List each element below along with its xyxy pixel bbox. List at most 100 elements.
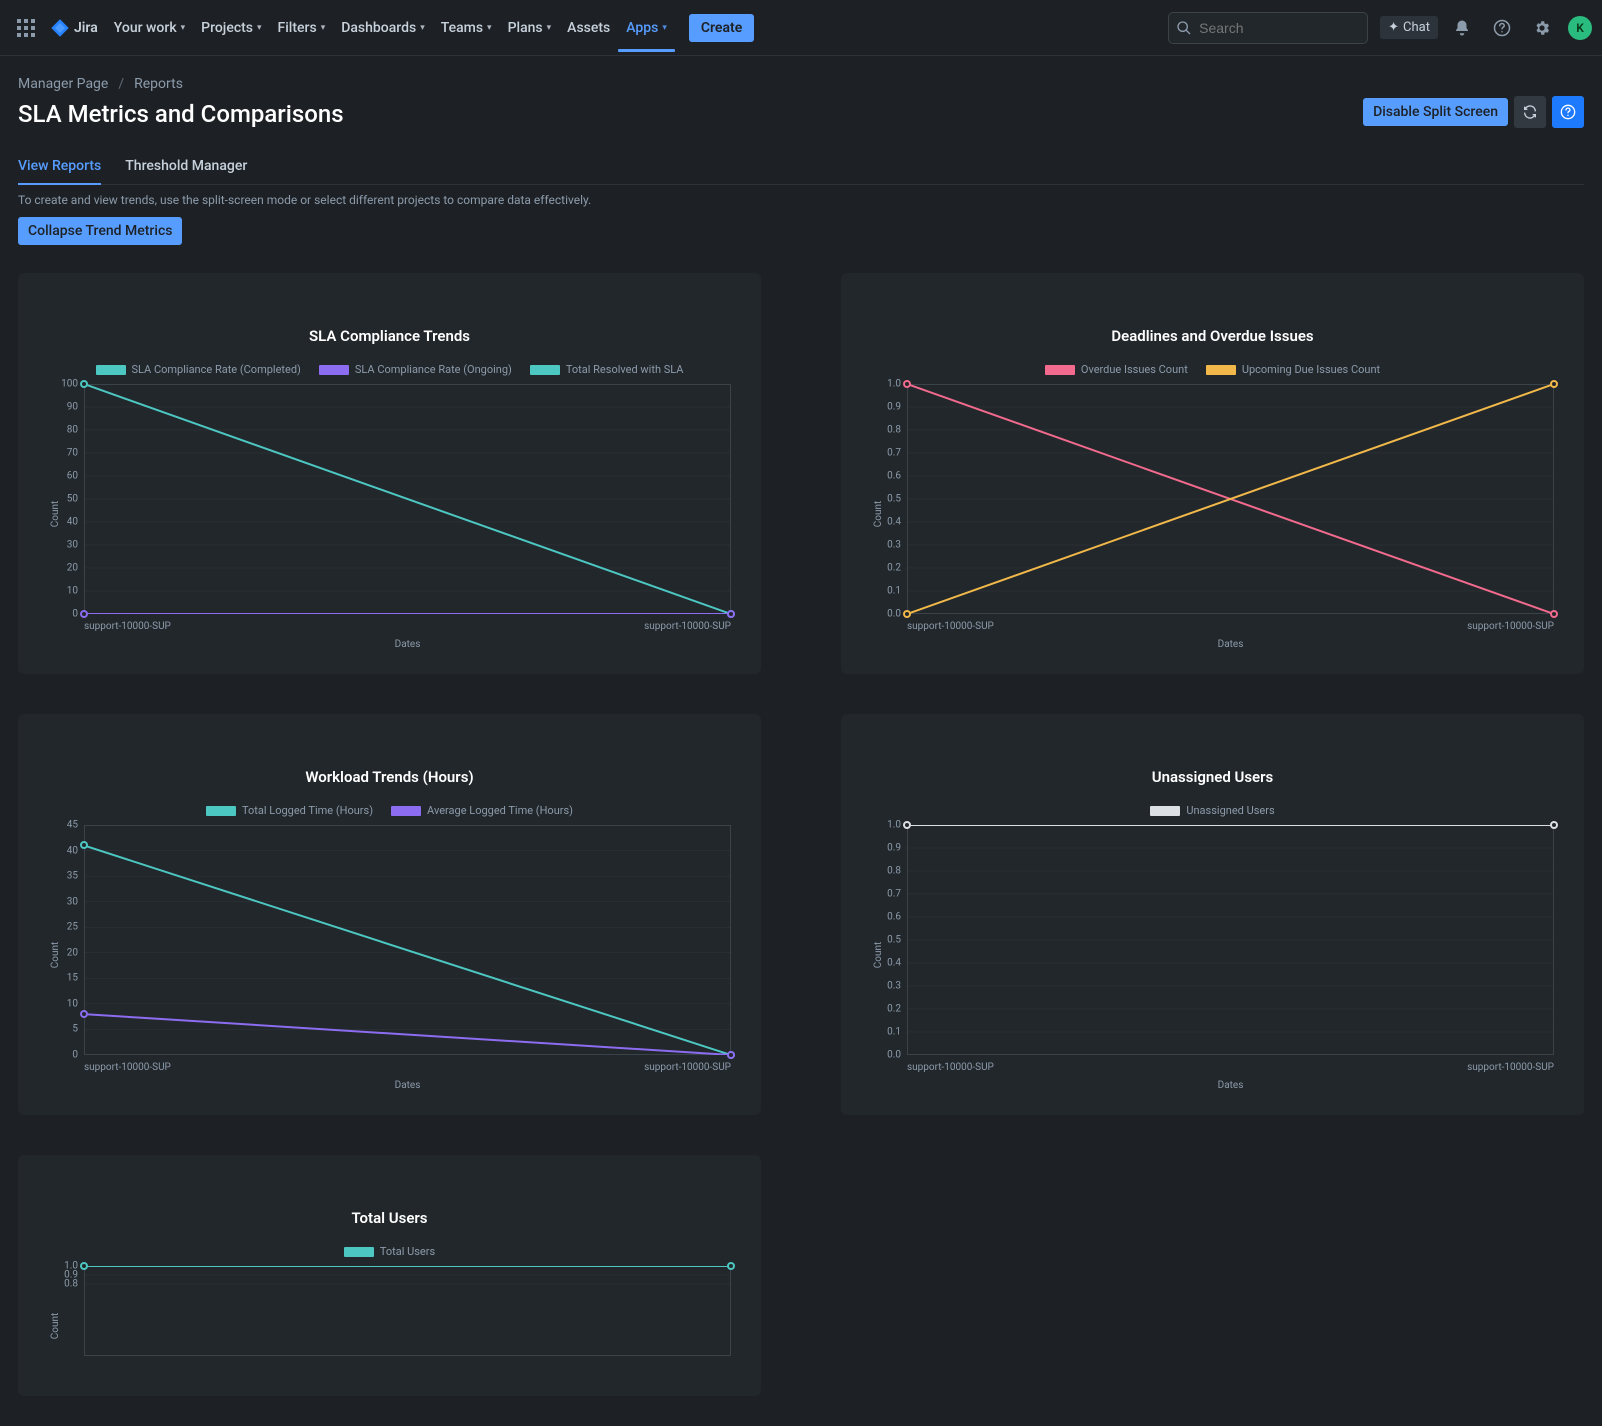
chevron-down-icon: ▾ — [547, 23, 552, 33]
nav-item-teams[interactable]: Teams▾ — [433, 16, 500, 40]
y-axis-title: Count — [50, 501, 61, 528]
y-tick-label: 0.7 — [887, 448, 901, 459]
data-point[interactable] — [727, 610, 735, 618]
y-tick-label: 0.6 — [887, 912, 901, 923]
chart-legend: Total Logged Time (Hours) Average Logged … — [38, 804, 741, 817]
y-tick-label: 0.2 — [887, 1004, 901, 1015]
collapse-trend-metrics-button[interactable]: Collapse Trend Metrics — [18, 217, 182, 245]
data-point[interactable] — [80, 380, 88, 388]
x-tick-label: support-10000-SUP — [1467, 1062, 1554, 1073]
legend-label: Upcoming Due Issues Count — [1242, 363, 1380, 376]
chart-legend: Total Users — [38, 1245, 741, 1258]
y-tick-label: 45 — [67, 820, 78, 831]
y-tick-label: 0.9 — [887, 843, 901, 854]
x-axis-title: Dates — [907, 1080, 1554, 1091]
legend-item[interactable]: SLA Compliance Rate (Ongoing) — [319, 363, 512, 376]
data-point[interactable] — [1550, 610, 1558, 618]
y-tick-label: 0.1 — [887, 586, 901, 597]
x-tick-label: support-10000-SUP — [84, 621, 171, 632]
search-input[interactable] — [1168, 12, 1368, 44]
search-icon — [1176, 20, 1192, 36]
y-tick-label: 0 — [72, 1050, 78, 1061]
y-tick-label: 0.3 — [887, 540, 901, 551]
legend-item[interactable]: Average Logged Time (Hours) — [391, 804, 573, 817]
chevron-down-icon: ▾ — [420, 23, 425, 33]
nav-item-your-work[interactable]: Your work▾ — [106, 16, 193, 40]
nav-item-plans[interactable]: Plans▾ — [500, 16, 560, 40]
y-tick-label: 0.5 — [887, 935, 901, 946]
page-actions: Disable Split Screen — [1363, 96, 1584, 128]
avatar[interactable]: K — [1568, 16, 1592, 40]
data-point[interactable] — [80, 610, 88, 618]
breadcrumb-reports[interactable]: Reports — [134, 76, 183, 92]
x-ticks: support-10000-SUP support-10000-SUP — [84, 621, 731, 632]
legend-item[interactable]: SLA Compliance Rate (Completed) — [96, 363, 301, 376]
create-button[interactable]: Create — [689, 14, 754, 42]
nav-item-apps[interactable]: Apps▾ — [618, 16, 675, 40]
help-icon[interactable] — [1486, 12, 1518, 44]
legend-item[interactable]: Unassigned Users — [1150, 804, 1274, 817]
y-tick-label: 0.8 — [887, 866, 901, 877]
y-tick-label: 100 — [61, 379, 78, 390]
y-tick-label: 0 — [72, 609, 78, 620]
chevron-down-icon: ▾ — [257, 23, 262, 33]
data-point[interactable] — [1550, 821, 1558, 829]
legend-label: Unassigned Users — [1186, 804, 1274, 817]
nav-item-dashboards[interactable]: Dashboards▾ — [333, 16, 432, 40]
legend-item[interactable]: Total Logged Time (Hours) — [206, 804, 373, 817]
y-tick-label: 0.4 — [887, 517, 901, 528]
breadcrumb: Manager Page / Reports — [18, 76, 1584, 92]
y-tick-label: 1.0 — [64, 1261, 78, 1272]
data-point[interactable] — [727, 1262, 735, 1270]
y-tick-label: 40 — [67, 845, 78, 856]
x-tick-label: support-10000-SUP — [644, 621, 731, 632]
tab-threshold-manager[interactable]: Threshold Manager — [125, 152, 247, 184]
chart-legend: Unassigned Users — [861, 804, 1564, 817]
chart-grid: SLA Compliance Trends SLA Compliance Rate… — [18, 273, 1584, 1396]
chat-button[interactable]: ✦ Chat — [1380, 16, 1438, 39]
tabs: View Reports Threshold Manager — [18, 152, 1584, 185]
page-title: SLA Metrics and Comparisons — [18, 100, 344, 128]
legend-item[interactable]: Total Users — [344, 1245, 435, 1258]
nav-item-filters[interactable]: Filters▾ — [270, 16, 334, 40]
x-ticks: support-10000-SUPsupport-10000-SUP — [84, 1062, 731, 1073]
legend-item[interactable]: Total Resolved with SLA — [530, 363, 684, 376]
y-tick-label: 35 — [67, 871, 78, 882]
notifications-icon[interactable] — [1446, 12, 1478, 44]
y-tick-label: 0.0 — [887, 609, 901, 620]
nav-item-assets[interactable]: Assets — [559, 16, 618, 40]
data-point[interactable] — [903, 821, 911, 829]
y-tick-label: 40 — [67, 517, 78, 528]
y-tick-label: 0.8 — [887, 425, 901, 436]
refresh-button[interactable] — [1514, 96, 1546, 128]
data-point[interactable] — [903, 380, 911, 388]
tab-view-reports[interactable]: View Reports — [18, 152, 101, 184]
breadcrumb-manager-page[interactable]: Manager Page — [18, 76, 108, 92]
plot-area: Count051015202530354045support-10000-SUP… — [84, 825, 731, 1085]
legend-label: SLA Compliance Rate (Ongoing) — [355, 363, 512, 376]
chart-card-4: Total UsersTotal UsersCount0.80.91.0 — [18, 1155, 761, 1396]
disable-split-screen-button[interactable]: Disable Split Screen — [1363, 98, 1508, 126]
settings-icon[interactable] — [1526, 12, 1558, 44]
jira-logo[interactable]: Jira — [46, 18, 102, 38]
legend-item[interactable]: Upcoming Due Issues Count — [1206, 363, 1380, 376]
x-axis-title: Dates — [84, 1080, 731, 1091]
data-point[interactable] — [80, 1262, 88, 1270]
data-point[interactable] — [903, 610, 911, 618]
nav-item-projects[interactable]: Projects▾ — [193, 16, 269, 40]
legend-swatch — [391, 806, 421, 816]
y-tick-label: 1.0 — [887, 820, 901, 831]
y-tick-label: 5 — [72, 1024, 78, 1035]
y-tick-label: 20 — [67, 563, 78, 574]
y-tick-label: 1.0 — [887, 379, 901, 390]
y-axis-title: Count — [50, 1313, 61, 1340]
y-tick-label: 80 — [67, 425, 78, 436]
chart-title: SLA Compliance Trends — [38, 327, 741, 345]
app-switcher-icon[interactable] — [10, 12, 42, 44]
help-header-button[interactable] — [1552, 96, 1584, 128]
legend-item[interactable]: Overdue Issues Count — [1045, 363, 1188, 376]
chevron-down-icon: ▾ — [181, 23, 186, 33]
data-point[interactable] — [727, 1051, 735, 1059]
legend-swatch — [530, 365, 560, 375]
data-point[interactable] — [1550, 380, 1558, 388]
